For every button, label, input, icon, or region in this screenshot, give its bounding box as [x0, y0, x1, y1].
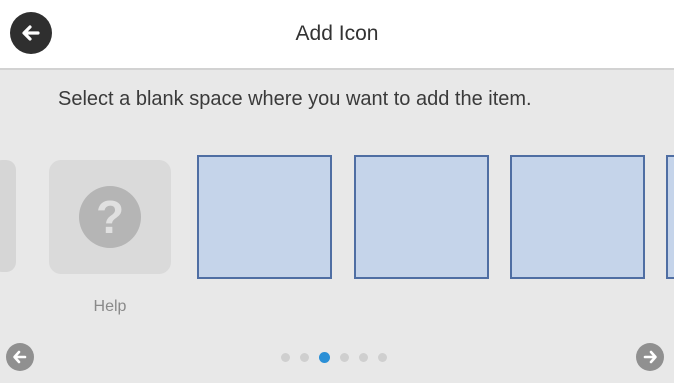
blank-slot[interactable]: [666, 155, 674, 279]
previous-page-button[interactable]: [6, 343, 34, 371]
page-dot-active: [319, 352, 330, 363]
page-title: Add Icon: [295, 22, 379, 45]
page-dot: [359, 353, 368, 362]
page-dot: [300, 353, 309, 362]
help-item-tile[interactable]: ?: [49, 160, 171, 274]
instruction-text: Select a blank space where you want to a…: [58, 88, 532, 110]
page-dot: [340, 353, 349, 362]
page-dot: [378, 353, 387, 362]
blank-slot[interactable]: [197, 155, 332, 279]
blank-slot[interactable]: [354, 155, 489, 279]
help-item-label: Help: [93, 298, 127, 315]
blank-slot[interactable]: [510, 155, 645, 279]
page-indicator: [281, 352, 387, 363]
arrow-left-icon: [13, 350, 27, 364]
header-bar: Add Icon: [0, 0, 674, 70]
question-mark-icon: ?: [79, 186, 141, 248]
arrow-right-icon: [643, 350, 657, 364]
page-dot: [281, 353, 290, 362]
next-page-button[interactable]: [636, 343, 664, 371]
previous-page-tile: [0, 160, 16, 272]
